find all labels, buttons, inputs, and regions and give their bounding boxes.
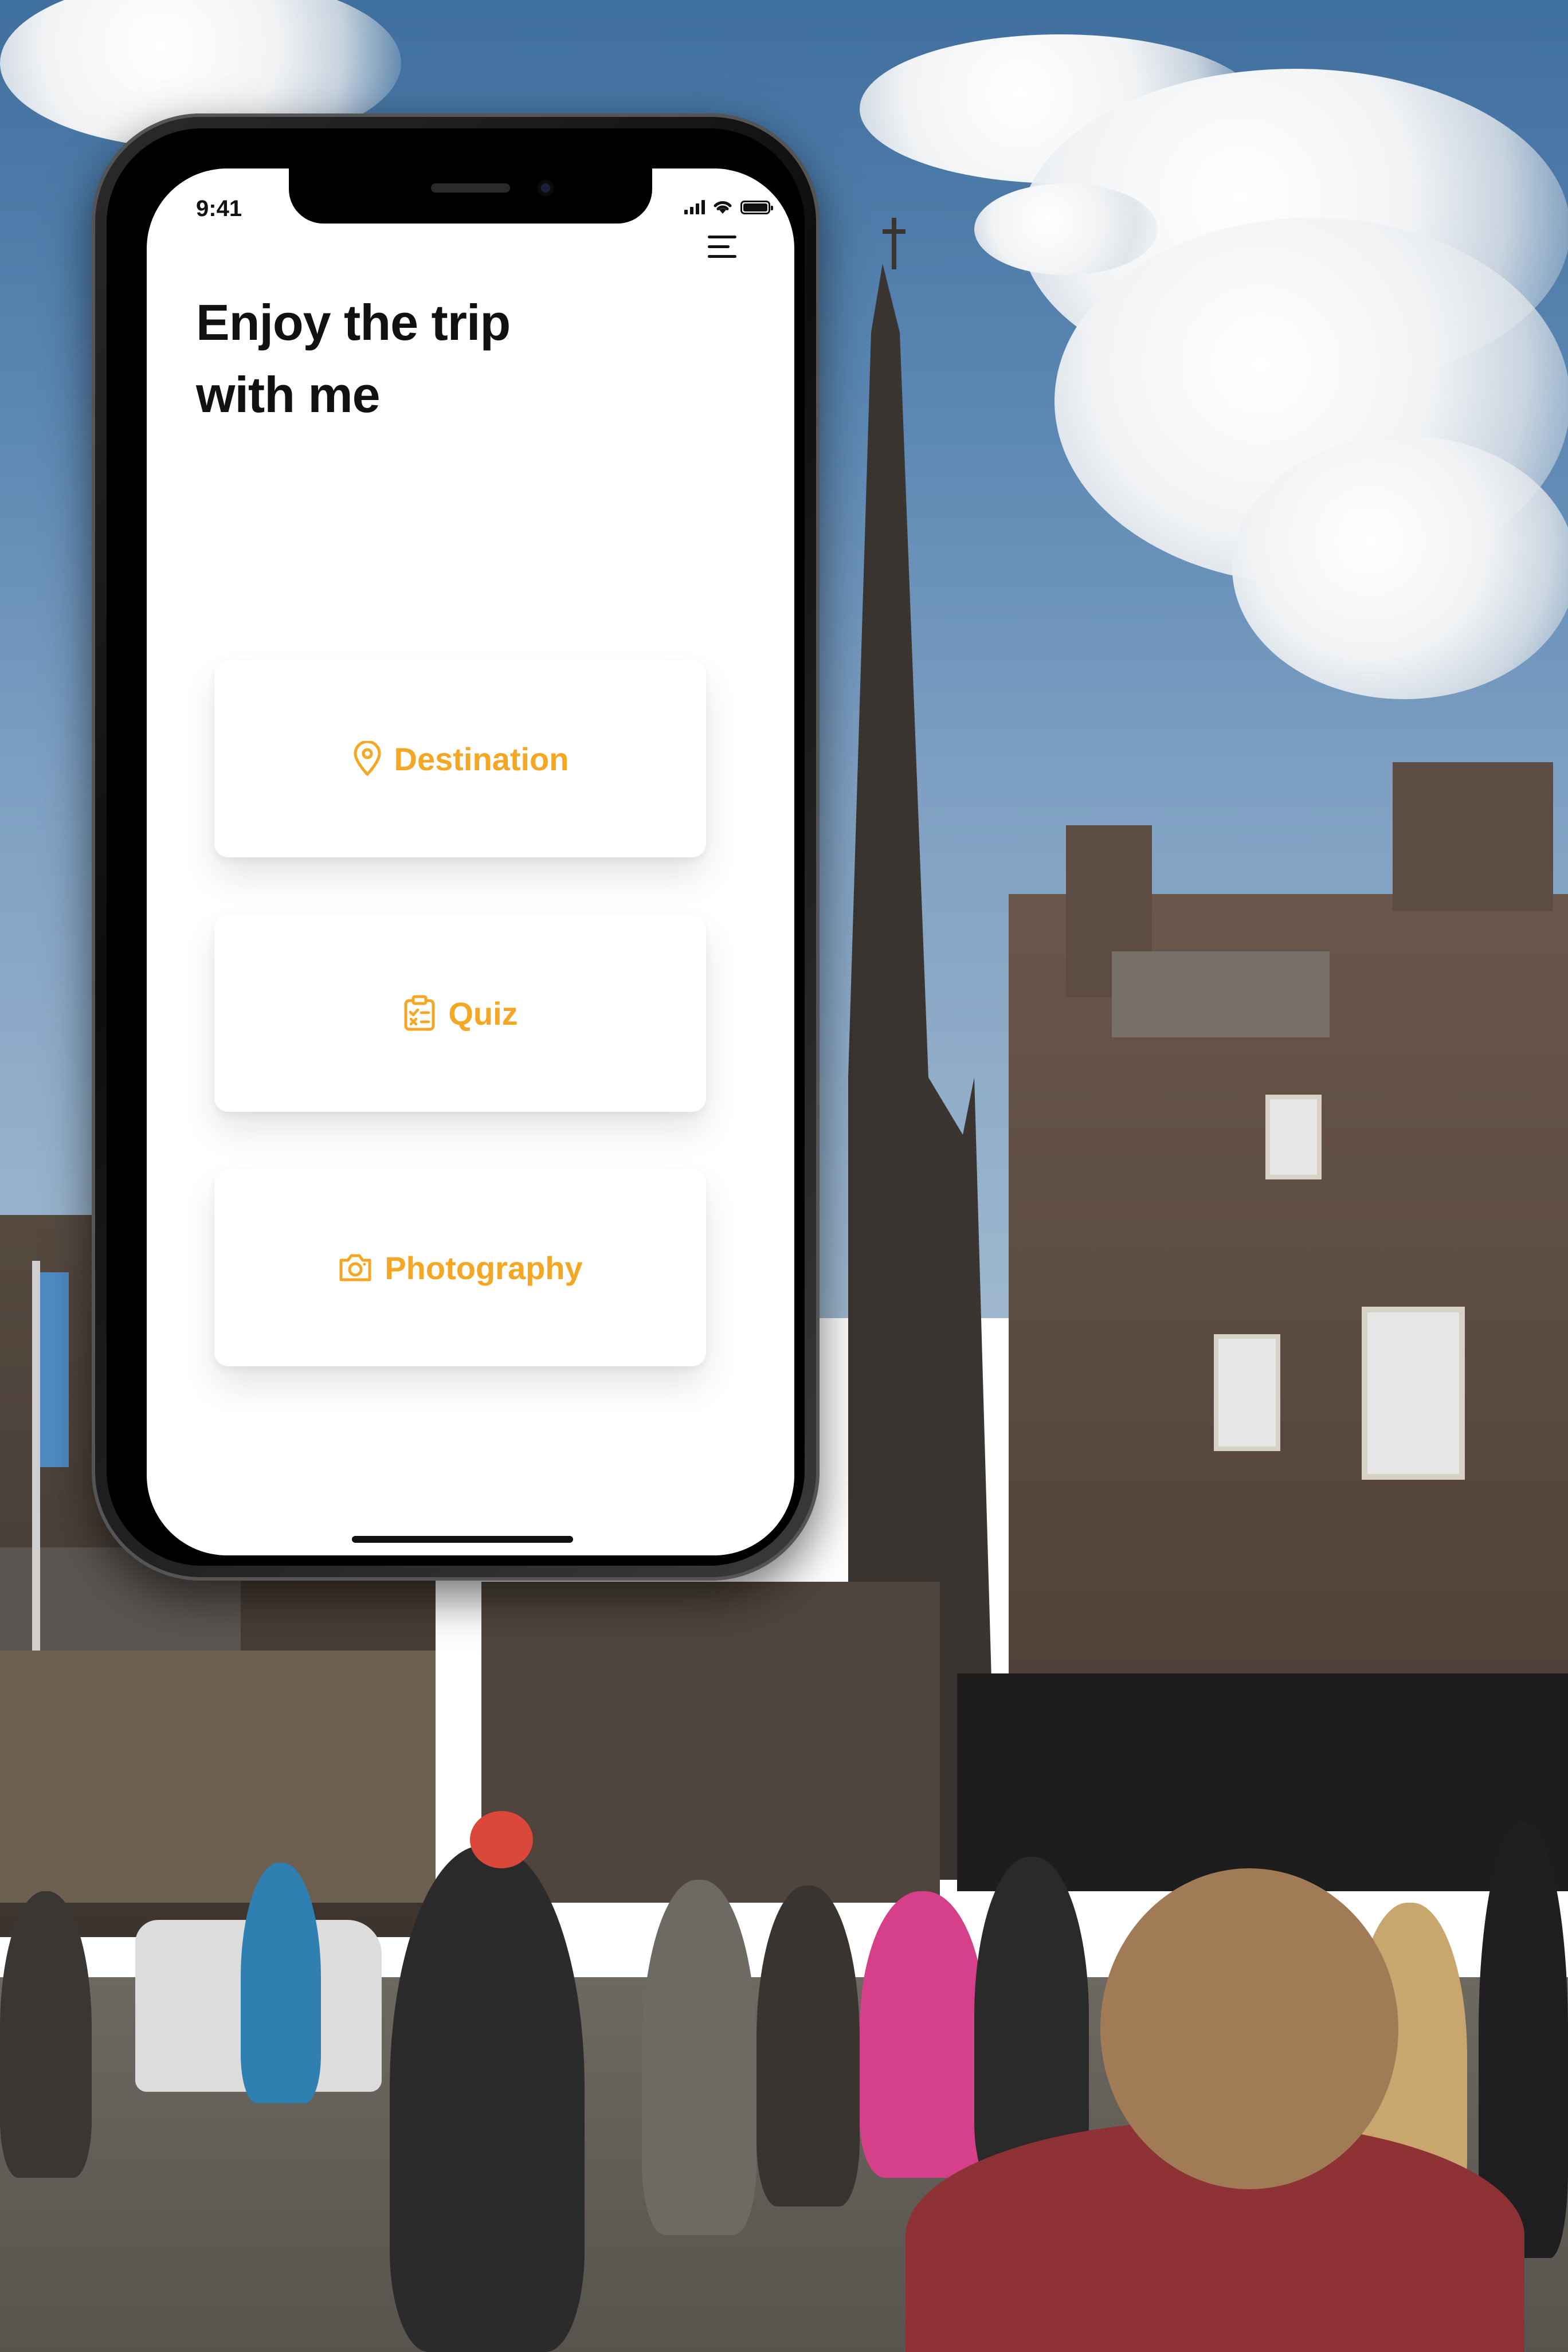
pedestrian bbox=[470, 1811, 533, 1868]
kiosk bbox=[957, 1673, 1568, 1891]
hamburger-menu-icon bbox=[708, 245, 730, 248]
title-line-1: Enjoy the trip bbox=[196, 294, 511, 351]
title-line-2: with me bbox=[196, 366, 381, 423]
pedestrian bbox=[860, 1891, 986, 2178]
window bbox=[1362, 1307, 1465, 1480]
status-time: 9:41 bbox=[196, 196, 242, 221]
flag-pole bbox=[32, 1261, 40, 1651]
page-title: Enjoy the trip with me bbox=[196, 287, 654, 431]
pedestrian bbox=[642, 1880, 756, 2235]
destination-card[interactable]: Destination bbox=[214, 660, 706, 857]
phone-bezel: 9:41 Enjoy the trip with me Destination … bbox=[107, 128, 805, 1566]
camera-icon bbox=[339, 1254, 371, 1281]
map-pin-icon bbox=[354, 741, 381, 776]
menu-button[interactable] bbox=[699, 224, 745, 269]
cellular-signal-icon bbox=[684, 199, 705, 214]
hamburger-menu-icon bbox=[708, 254, 736, 258]
front-camera bbox=[538, 180, 554, 196]
photography-card[interactable]: Photography bbox=[214, 1169, 706, 1366]
pedestrian bbox=[756, 1885, 860, 2206]
wifi-icon bbox=[714, 201, 732, 214]
cloud bbox=[1232, 436, 1568, 699]
pedestrian bbox=[241, 1863, 321, 2103]
quiz-card[interactable]: Quiz bbox=[214, 915, 706, 1112]
photography-label: Photography bbox=[385, 1249, 583, 1286]
quiz-label: Quiz bbox=[448, 995, 518, 1032]
shop-front bbox=[0, 1651, 436, 1903]
home-indicator[interactable] bbox=[352, 1536, 573, 1543]
clipboard-checklist-icon bbox=[404, 995, 435, 1031]
speaker-grille bbox=[431, 183, 510, 193]
phone-notch bbox=[289, 168, 652, 224]
pedestrian bbox=[390, 1845, 585, 2352]
hamburger-menu-icon bbox=[708, 235, 736, 238]
app-screen: 9:41 Enjoy the trip with me Destination … bbox=[147, 168, 794, 1555]
battery-icon bbox=[740, 201, 773, 214]
destination-label: Destination bbox=[394, 740, 569, 777]
roof bbox=[1112, 951, 1330, 1037]
flag bbox=[40, 1272, 69, 1467]
pedestrian bbox=[0, 1891, 92, 2178]
pedestrian bbox=[1100, 1868, 1398, 2189]
window bbox=[1214, 1334, 1280, 1451]
distant-building bbox=[481, 1582, 940, 1903]
window bbox=[1265, 1095, 1322, 1179]
chimney bbox=[1393, 762, 1553, 911]
status-icons bbox=[684, 198, 773, 214]
phone-frame: 9:41 Enjoy the trip with me Destination … bbox=[92, 113, 820, 1581]
